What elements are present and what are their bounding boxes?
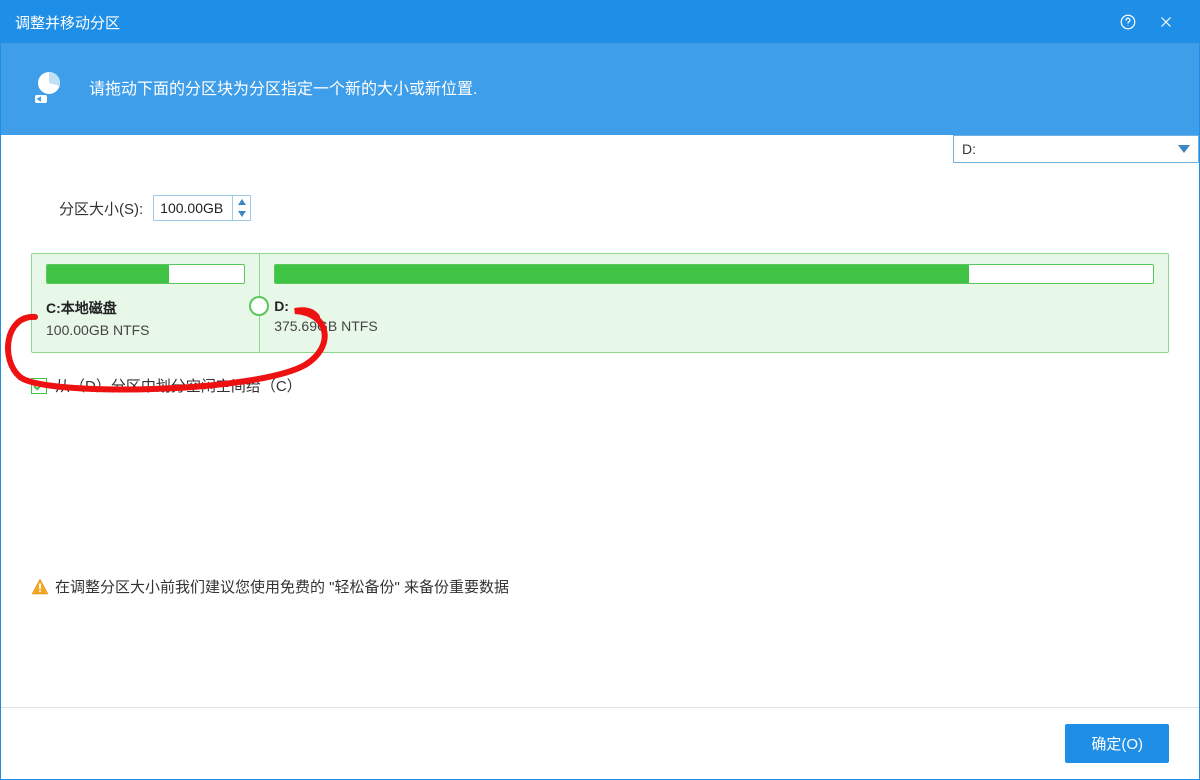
partition-drag-handle[interactable] [249,296,269,316]
close-icon [1157,13,1175,31]
chevron-down-icon [1178,145,1190,153]
partition-name: C:本地磁盘 [46,298,245,318]
help-icon [1119,13,1137,31]
dialog-footer: 确定(O) [1,707,1199,779]
usage-bar [274,264,1154,284]
titlebar: 调整并移动分区 [1,1,1199,43]
chevron-up-icon [238,199,246,205]
usage-bar [46,264,245,284]
partition-size-spinner[interactable] [153,195,251,221]
allocate-checkbox-label: 从（D）分区中划分空闲空间给（C） [55,375,302,396]
usage-fill [47,265,169,283]
partition-size-input[interactable] [154,196,232,220]
allocate-checkbox[interactable] [31,378,47,394]
partition-size-label: 分区大小(S): [59,198,143,219]
usage-fill [275,265,968,283]
partition-info: 375.69GB NTFS [274,318,1154,334]
source-drive-select[interactable]: D: [953,135,1199,163]
ok-button[interactable]: 确定(O) [1065,724,1169,763]
backup-warning-text: 在调整分区大小前我们建议您使用免费的 "轻松备份" 来备份重要数据 [55,576,509,597]
check-icon [33,381,45,391]
spinner-up[interactable] [233,196,250,208]
partition-visualization[interactable]: C:本地磁盘 100.00GB NTFS D: 375.69GB NTFS [31,253,1169,353]
window-title: 调整并移动分区 [15,12,120,33]
close-button[interactable] [1147,3,1185,41]
partition-block[interactable]: D: 375.69GB NTFS [259,254,1168,352]
partition-size-row: 分区大小(S): [59,195,1169,221]
partition-info: 100.00GB NTFS [46,322,245,338]
chevron-down-icon [238,211,246,217]
warning-icon [31,578,49,596]
spinner-buttons [232,196,250,220]
partition-name: D: [274,298,1154,314]
source-drive-value: D: [962,141,1178,157]
instruction-text: 请拖动下面的分区块为分区指定一个新的大小或新位置. [89,75,477,99]
allocate-checkbox-row: 从（D）分区中划分空闲空间给（C） [31,375,302,396]
partition-icon [31,69,67,105]
backup-warning: 在调整分区大小前我们建议您使用免费的 "轻松备份" 来备份重要数据 [31,396,1169,597]
instruction-banner: 请拖动下面的分区块为分区指定一个新的大小或新位置. [1,43,1199,135]
content-area: 分区大小(S): C:本地磁盘 100.00GB NTFS [1,135,1199,707]
spinner-down[interactable] [233,208,250,220]
dialog-body: 分区大小(S): C:本地磁盘 100.00GB NTFS [1,135,1199,779]
help-button[interactable] [1109,3,1147,41]
allocate-row: 从（D）分区中划分空闲空间给（C） D: [31,375,1169,396]
dialog-window: 调整并移动分区 请拖动下面的分区块为分区指定一个新的大小 [0,0,1200,780]
partition-block[interactable]: C:本地磁盘 100.00GB NTFS [32,254,259,352]
